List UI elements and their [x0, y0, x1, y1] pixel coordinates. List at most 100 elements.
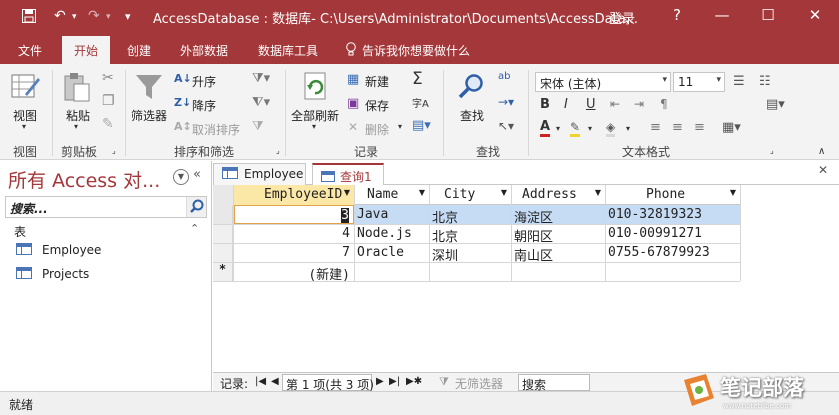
cell-phone[interactable]: 010-00991271 — [608, 224, 740, 243]
sort-asc-icon[interactable]: A↓ — [174, 72, 192, 85]
highlight-dropdown-icon[interactable]: ▾ — [588, 124, 592, 133]
filter-status-icon[interactable]: ⧩ — [439, 375, 449, 389]
tab-database-tools[interactable]: 数据库工具 — [258, 42, 318, 59]
align-center-icon[interactable]: ≡ — [672, 120, 683, 135]
row-selector[interactable] — [213, 243, 233, 262]
column-header-address[interactable]: Address ▼ — [512, 185, 605, 205]
totals-icon[interactable]: Σ — [412, 69, 423, 89]
nav-menu-dropdown-icon[interactable]: ▼ — [173, 169, 189, 185]
filter-button[interactable]: 筛选器 — [131, 107, 167, 124]
close-document-icon[interactable]: ✕ — [818, 163, 828, 177]
toggle-filter-icon[interactable]: ⧩ — [252, 119, 264, 134]
search-icon[interactable] — [186, 197, 206, 217]
selection-filter-icon[interactable]: ⧩▾ — [252, 71, 270, 86]
view-dropdown-icon[interactable]: ▾ — [22, 122, 26, 131]
group-collapse-icon[interactable]: ⌃ — [190, 222, 199, 235]
sort-ascending-button[interactable]: 升序 — [192, 73, 216, 90]
font-name-select[interactable]: 宋体 (主体) ▾ — [535, 72, 671, 92]
fill-color-icon[interactable]: ◈ — [606, 120, 616, 137]
save-record-icon[interactable]: ▣ — [347, 96, 359, 111]
replace-icon[interactable]: ab — [498, 71, 510, 82]
cell-address[interactable]: 朝阳区 — [514, 224, 605, 243]
paste-icon[interactable] — [62, 72, 92, 102]
minimize-button[interactable]: — — [710, 6, 734, 24]
prev-record-button[interactable]: ◀ — [271, 376, 279, 387]
spelling-icon[interactable]: 字A — [412, 95, 429, 110]
shutter-bar-close-icon[interactable]: « — [193, 167, 201, 182]
redo-dropdown-icon[interactable]: ▾ — [106, 12, 111, 22]
filter-status[interactable]: 无筛选器 — [455, 375, 503, 392]
tell-me-search[interactable]: 告诉我你想要做什么 — [362, 42, 470, 59]
cell-employeeid[interactable]: 7 — [234, 243, 354, 262]
undo-dropdown-icon[interactable]: ▾ — [72, 12, 77, 22]
view-icon[interactable] — [11, 72, 41, 100]
undo-icon[interactable]: ↶ — [54, 8, 66, 24]
font-color-button[interactable]: A — [540, 120, 551, 137]
format-painter-icon[interactable]: ✎ — [102, 116, 114, 132]
new-record-nav-button[interactable]: ▶✱ — [406, 376, 422, 387]
tab-file[interactable]: 文件 — [18, 42, 42, 59]
find-button[interactable]: 查找 — [460, 107, 484, 124]
first-record-button[interactable]: |◀ — [255, 376, 266, 387]
filter-icon[interactable] — [135, 73, 163, 101]
italic-button[interactable]: I — [564, 97, 568, 112]
clipboard-launcher-icon[interactable]: ⌟ — [112, 146, 116, 155]
sort-descending-button[interactable]: 降序 — [192, 97, 216, 114]
column-header-city[interactable]: City ▼ — [430, 185, 511, 205]
collapse-ribbon-icon[interactable]: ∧ — [818, 146, 825, 157]
sort-dropdown-icon[interactable]: ▼ — [419, 188, 425, 197]
delete-record-icon[interactable]: ✕ — [348, 120, 358, 134]
last-record-button[interactable]: ▶| — [389, 376, 400, 387]
cell-name[interactable]: Oracle — [357, 243, 429, 262]
refresh-all-icon[interactable] — [302, 72, 330, 102]
highlight-icon[interactable]: ✎ — [570, 120, 581, 137]
bullet-list-icon[interactable]: ☰ — [733, 74, 745, 89]
sort-filter-launcher-icon[interactable]: ⌟ — [276, 146, 280, 155]
sort-dropdown-icon[interactable]: ▼ — [730, 188, 736, 197]
tab-create[interactable]: 创建 — [127, 42, 151, 59]
paragraph-icon[interactable]: ¶ — [660, 97, 668, 111]
nav-item-projects[interactable]: Projects — [16, 267, 89, 281]
close-button[interactable]: ✕ — [803, 6, 827, 24]
numbered-list-icon[interactable]: ☷ — [759, 74, 771, 89]
font-color-dropdown-icon[interactable]: ▾ — [556, 124, 560, 133]
nav-item-employee[interactable]: Employee — [16, 243, 101, 257]
cell-city[interactable]: 北京 — [432, 224, 511, 243]
cell-city[interactable]: 深圳 — [432, 243, 511, 262]
save-icon[interactable] — [22, 9, 36, 23]
record-search-input[interactable]: 搜索 — [518, 374, 590, 392]
bold-button[interactable]: B — [540, 97, 550, 112]
new-row-selector[interactable]: * — [213, 262, 233, 281]
delete-dropdown-icon[interactable]: ▾ — [398, 122, 402, 131]
doc-tab-employee[interactable]: Employee — [213, 163, 306, 185]
next-record-button[interactable]: ▶ — [376, 376, 384, 387]
delete-record-button[interactable]: 删除 — [365, 121, 389, 138]
column-header-name[interactable]: Name ▼ — [355, 185, 429, 205]
more-records-icon[interactable]: ▤▾ — [412, 118, 431, 133]
advanced-filter-icon[interactable]: ⧨▾ — [252, 95, 270, 110]
new-record-icon[interactable]: ▦ — [347, 72, 359, 87]
tab-home[interactable]: 开始 — [62, 36, 111, 64]
nav-search-input[interactable]: 搜索... — [5, 196, 207, 218]
cell-city[interactable]: 北京 — [432, 205, 511, 224]
indent-right-icon[interactable]: ⇥ — [634, 97, 644, 111]
sort-dropdown-icon[interactable]: ▼ — [595, 188, 601, 197]
column-header-phone[interactable]: Phone ▼ — [606, 185, 740, 205]
new-record-button[interactable]: 新建 — [365, 73, 389, 90]
font-size-select[interactable]: 11 ▾ — [673, 72, 725, 92]
goto-icon[interactable]: →▾ — [498, 95, 514, 109]
redo-icon[interactable]: ↷ — [88, 8, 100, 24]
login-link[interactable]: 登录 — [609, 8, 635, 27]
doc-tab-query1[interactable]: 查询1 — [312, 163, 384, 186]
clear-sort-icon[interactable]: A↕ — [174, 120, 192, 133]
cell-phone[interactable]: 0755-67879923 — [608, 243, 740, 262]
cell-address[interactable]: 南山区 — [514, 243, 605, 262]
paste-dropdown-icon[interactable]: ▾ — [74, 122, 78, 131]
sort-dropdown-icon[interactable]: ▼ — [344, 188, 350, 197]
nav-pane-title[interactable]: 所有 Access 对... — [8, 166, 160, 193]
cell-employeeid[interactable]: 4 — [234, 224, 354, 243]
current-record-field[interactable]: 第 1 项(共 3 项) — [282, 374, 374, 392]
sort-dropdown-icon[interactable]: ▼ — [501, 188, 507, 197]
column-header-employeeid[interactable]: EmployeeID ▼ — [234, 185, 354, 205]
gridlines-icon[interactable]: ▦▾ — [722, 120, 741, 135]
